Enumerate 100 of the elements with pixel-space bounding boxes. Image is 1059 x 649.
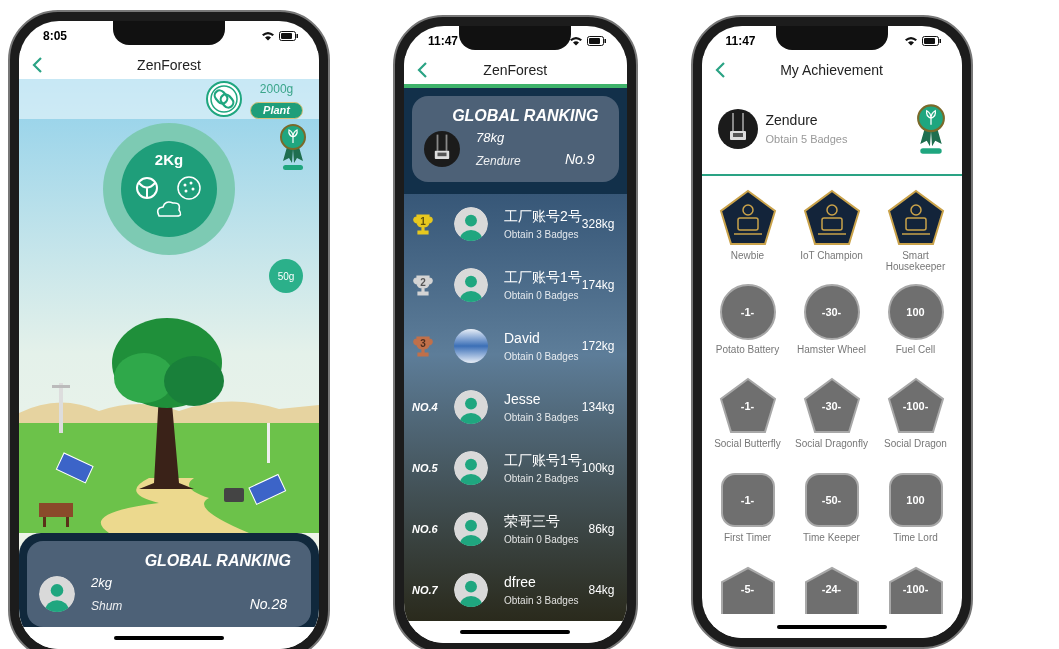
avatar-icon bbox=[454, 268, 488, 302]
badge-label: Potato Battery bbox=[714, 344, 781, 355]
wifi-icon bbox=[261, 31, 275, 41]
badge-number: -1- bbox=[740, 400, 755, 412]
avatar-icon bbox=[454, 512, 488, 546]
badge-number: -50- bbox=[821, 494, 842, 506]
screen-title: ZenForest bbox=[483, 60, 548, 80]
screen-title: My Achievement bbox=[780, 60, 883, 80]
badge-count: Obtain 0 Badges bbox=[504, 289, 580, 303]
user-name: Zendure bbox=[765, 111, 819, 131]
plant-button[interactable]: Plant bbox=[250, 101, 303, 119]
user-name: 工厂账号2号 bbox=[504, 207, 582, 224]
wifi-icon bbox=[568, 36, 583, 46]
badge-count: Obtain 2 Badges bbox=[504, 472, 580, 486]
medal-icon bbox=[279, 123, 307, 171]
ranking-title: GLOBAL RANKING bbox=[452, 106, 599, 126]
link-icon[interactable] bbox=[206, 81, 243, 117]
battery-icon bbox=[921, 36, 942, 46]
photo-placeholder bbox=[454, 329, 488, 363]
ranking-title: GLOBAL RANKING bbox=[144, 551, 291, 571]
wifi-icon bbox=[903, 36, 918, 46]
badge-label: IoT Champion bbox=[799, 250, 864, 261]
badge-number: -24- bbox=[821, 583, 842, 595]
badge-number: -100- bbox=[902, 400, 929, 412]
carbon-weight: 84kg bbox=[588, 582, 615, 599]
badge-label: Smart Housekeeper bbox=[884, 250, 947, 272]
rank-number: 3 bbox=[419, 337, 427, 351]
ranking-row[interactable]: NO.7 dfree Obtain 3 Badges 84kg bbox=[404, 559, 627, 621]
medal-icon bbox=[915, 103, 946, 155]
user-name: 工厂账号1号 bbox=[504, 268, 582, 287]
badge-count: Obtain 0 Badges bbox=[504, 350, 580, 364]
screen-title: ZenForest bbox=[137, 55, 201, 75]
ranking-row[interactable]: NO.6 荣哥三号 Obtain 0 Badges 86kg bbox=[404, 498, 627, 560]
badge-label: Time Keeper bbox=[802, 532, 861, 543]
ranking-row[interactable]: 2 工厂账号1号 Obtain 0 Badges 174kg bbox=[404, 254, 627, 316]
carbon-weight: 134kg bbox=[581, 399, 615, 416]
ranking-number: No.9 bbox=[564, 149, 596, 169]
ranking-number: No.28 bbox=[249, 594, 288, 614]
badge-count: Obtain 5 Badges bbox=[765, 132, 849, 148]
back-button[interactable] bbox=[713, 61, 728, 79]
back-button[interactable] bbox=[31, 56, 45, 74]
badge-number: -1- bbox=[740, 306, 755, 318]
badge-label: Time Lord bbox=[892, 532, 939, 543]
user-name: Jesse bbox=[504, 390, 542, 409]
badge-label: Newbie bbox=[729, 250, 766, 261]
badge-number: -30- bbox=[821, 306, 842, 318]
rank-number: NO.6 bbox=[412, 521, 438, 537]
user-name: 工厂账号1号 bbox=[504, 451, 582, 470]
carbon-weight: 100kg bbox=[581, 461, 615, 477]
battery-icon bbox=[586, 36, 607, 46]
avatar-icon bbox=[454, 390, 488, 424]
badge-number: -1- bbox=[740, 494, 755, 506]
badge-number: 100 bbox=[906, 494, 925, 506]
ranking-row[interactable]: 1 工厂账号2号 Obtain 3 Badges 328kg bbox=[404, 193, 627, 255]
rank-number: 1 bbox=[419, 215, 427, 229]
device-photo bbox=[424, 130, 460, 167]
status-time: 11:47 bbox=[725, 33, 756, 50]
ranking-row[interactable]: NO.5 工厂账号1号 Obtain 2 Badges 100kg bbox=[404, 437, 627, 499]
badge-label: Social Butterfly bbox=[713, 438, 782, 449]
ranking-name: Shum bbox=[91, 597, 124, 615]
user-name: David bbox=[504, 329, 541, 348]
badge-count: Obtain 3 Badges bbox=[504, 594, 580, 608]
rank-number: NO.7 bbox=[412, 582, 438, 598]
user-name: 荣哥三号 bbox=[504, 512, 561, 531]
badge-label: Hamster Wheel bbox=[796, 344, 867, 355]
badge-label: Fuel Cell bbox=[894, 344, 937, 355]
carbon-weight: 86kg bbox=[588, 521, 615, 538]
carbon-weight: 328kg bbox=[581, 217, 615, 233]
carbon-total: 2Kg bbox=[154, 150, 184, 170]
device-photo bbox=[717, 109, 758, 149]
status-time: 11:47 bbox=[428, 33, 459, 50]
badge-number: -100- bbox=[902, 583, 929, 595]
rank-number: NO.5 bbox=[412, 460, 438, 476]
user-name: dfree bbox=[504, 573, 537, 592]
ranking-weight: 78kg bbox=[476, 129, 506, 147]
badge-label: First Timer bbox=[722, 532, 773, 543]
badge-number: -30- bbox=[821, 400, 842, 412]
avatar-icon bbox=[454, 207, 488, 241]
ranking-row[interactable]: 3 David Obtain 0 Badges 172kg bbox=[404, 315, 627, 377]
avatar-icon bbox=[454, 573, 488, 607]
ranking-weight: 2kg bbox=[91, 574, 113, 592]
ranking-row[interactable]: NO.4 Jesse Obtain 3 Badges 134kg bbox=[404, 376, 627, 438]
battery-icon bbox=[279, 31, 299, 41]
badge-count: Obtain 0 Badges bbox=[504, 533, 580, 547]
carbon-weight: 174kg bbox=[581, 278, 615, 294]
rank-number: NO.4 bbox=[412, 399, 438, 415]
back-button[interactable] bbox=[416, 61, 430, 79]
status-time: 8:05 bbox=[43, 28, 68, 45]
avatar-icon bbox=[454, 451, 488, 485]
ranking-name: Zendure bbox=[476, 152, 522, 170]
target-weight: 2000g bbox=[259, 80, 294, 98]
ranking-card[interactable]: GLOBAL RANKING 78kg Zendure No.9 bbox=[412, 96, 619, 182]
avatar-icon bbox=[39, 575, 75, 612]
carbon-weight: 172kg bbox=[581, 338, 615, 355]
badge-count: Obtain 3 Badges bbox=[504, 411, 580, 425]
badge-label: Social Dragon bbox=[883, 438, 948, 449]
badge-label: Social Dragonfly bbox=[794, 438, 869, 449]
badge-number: 100 bbox=[906, 306, 925, 318]
ranking-card[interactable]: GLOBAL RANKING 2kg Shum No.28 bbox=[27, 541, 311, 627]
badge-number: -5- bbox=[740, 583, 755, 595]
